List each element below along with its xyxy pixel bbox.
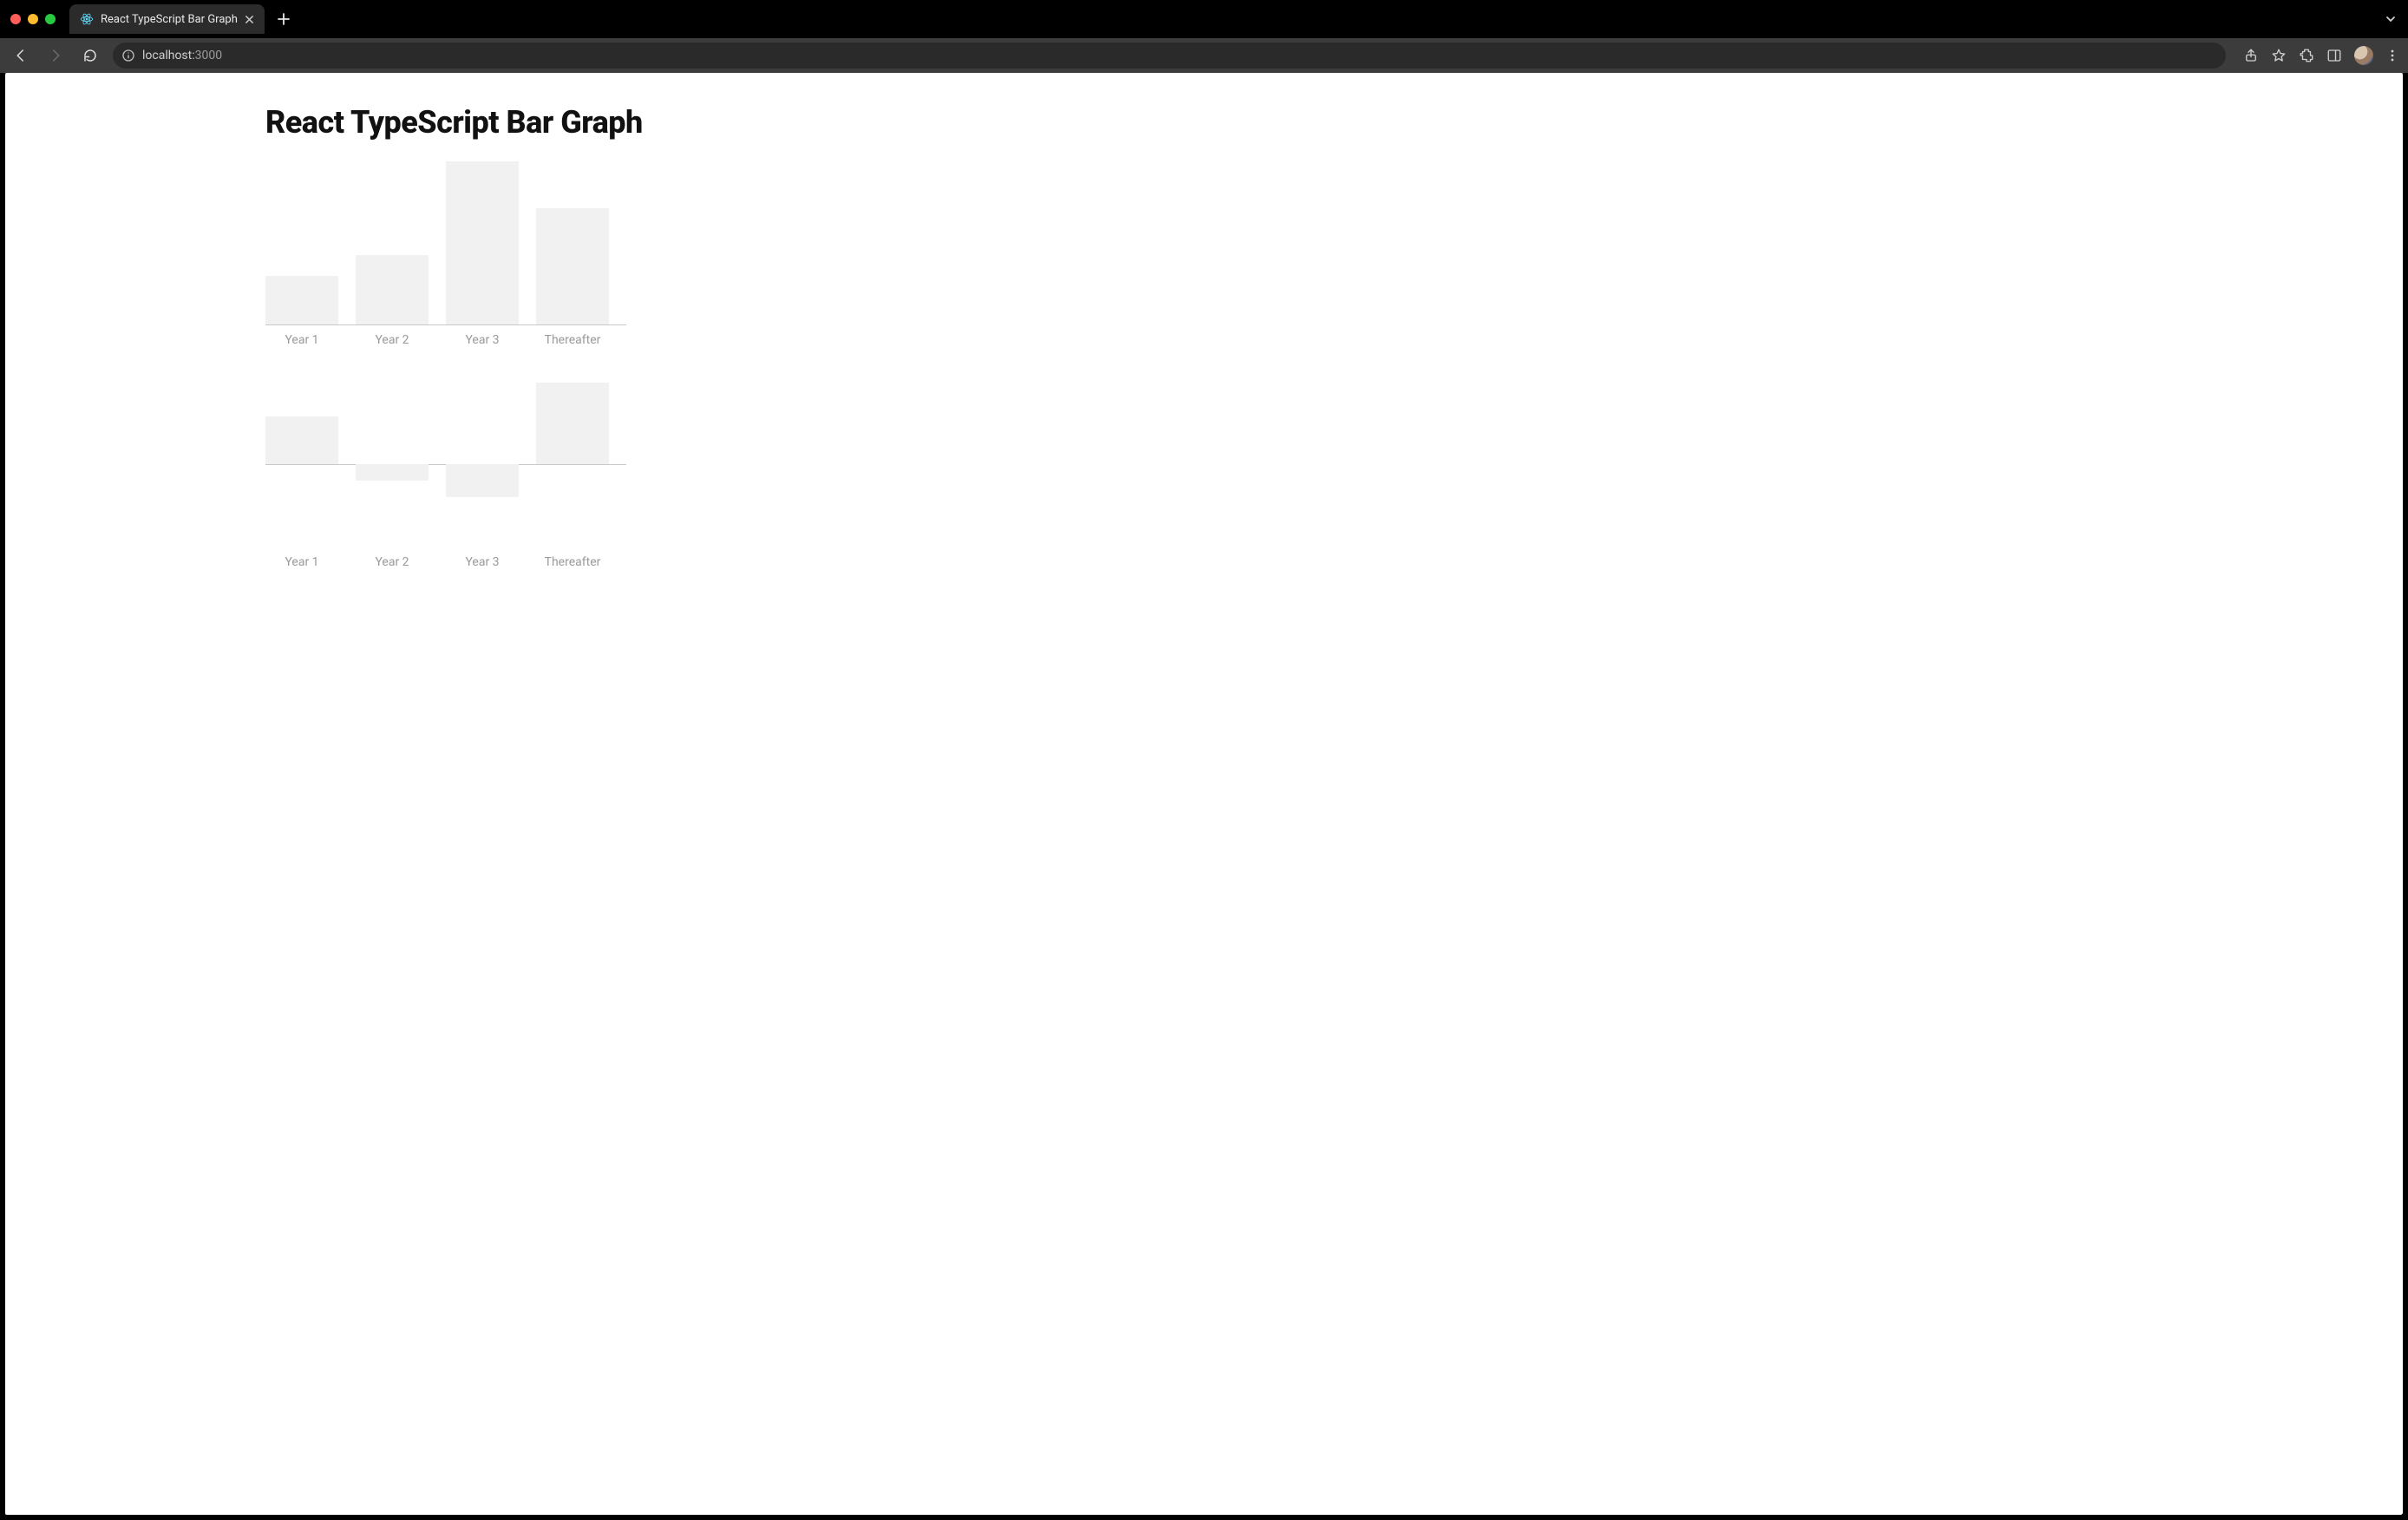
window-controls	[7, 14, 62, 24]
chart-column	[265, 382, 338, 547]
kebab-menu-icon[interactable]	[2385, 49, 2399, 62]
page-root: React TypeScript Bar Graph Year 1Year 2Y…	[5, 73, 2403, 656]
chart-column	[356, 382, 429, 547]
chart-category-label: Year 1	[265, 333, 338, 347]
url-path: 3000	[195, 49, 222, 62]
chart-category-label: Year 3	[446, 555, 519, 569]
tab-title: React TypeScript Bar Graph	[101, 13, 238, 26]
chart-column	[265, 160, 338, 324]
page-viewport: React TypeScript Bar Graph Year 1Year 2Y…	[5, 73, 2403, 1515]
address-bar[interactable]: localhost:3000	[113, 43, 2226, 69]
chart-column	[536, 160, 609, 324]
share-icon[interactable]	[2243, 48, 2259, 63]
window-minimize-button[interactable]	[28, 14, 38, 24]
chart-bar	[265, 416, 338, 464]
chart-category-label: Year 2	[356, 333, 429, 347]
chart-bar	[536, 383, 609, 464]
chart-bar	[536, 208, 609, 324]
url-text: localhost:3000	[142, 49, 222, 62]
chart-column	[536, 382, 609, 547]
react-icon	[80, 12, 94, 26]
back-button[interactable]	[9, 43, 33, 68]
chart-category-label: Thereafter	[536, 555, 609, 569]
toolbar-right	[2236, 46, 2399, 65]
chart-category-label: Year 3	[446, 333, 519, 347]
chart-bar	[265, 276, 338, 324]
new-tab-button[interactable]	[272, 7, 296, 31]
tabs-menu-button[interactable]	[2380, 9, 2401, 29]
window-zoom-button[interactable]	[45, 14, 56, 24]
browser-chrome: React TypeScript Bar Graph l	[0, 0, 2408, 73]
url-host: localhost:	[142, 49, 195, 62]
extensions-icon[interactable]	[2299, 48, 2314, 63]
sidepanel-icon[interactable]	[2326, 48, 2342, 63]
chart-0: Year 1 Year 2 Year 3 Thereafter	[265, 160, 626, 347]
tab-strip: React TypeScript Bar Graph	[0, 0, 2408, 38]
forward-button[interactable]	[43, 43, 68, 68]
window-close-button[interactable]	[10, 14, 21, 24]
chart-bar	[446, 464, 519, 497]
chart-category-label: Year 2	[356, 555, 429, 569]
reload-button[interactable]	[78, 43, 102, 68]
chart-bar	[446, 161, 519, 324]
resize-handle-icon[interactable]	[2396, 1508, 2408, 1520]
chart-1-plot	[265, 382, 626, 547]
chart-bar	[356, 464, 429, 481]
profile-avatar[interactable]	[2354, 46, 2373, 65]
chart-0-labels: Year 1 Year 2 Year 3 Thereafter	[265, 333, 626, 347]
bookmark-star-icon[interactable]	[2271, 48, 2287, 63]
browser-tab[interactable]: React TypeScript Bar Graph	[69, 4, 265, 34]
site-info-icon[interactable]	[121, 49, 135, 62]
chart-category-label: Thereafter	[536, 333, 609, 347]
chart-column	[446, 160, 519, 324]
chart-1: Year 1 Year 2 Year 3 Thereafter	[265, 382, 626, 569]
page-title: React TypeScript Bar Graph	[265, 104, 2403, 141]
tab-close-button[interactable]	[245, 15, 254, 24]
chart-column	[446, 382, 519, 547]
chart-1-labels: Year 1 Year 2 Year 3 Thereafter	[265, 555, 626, 569]
chart-0-plot	[265, 160, 626, 324]
chart-column	[356, 160, 429, 324]
browser-toolbar: localhost:3000	[0, 38, 2408, 73]
chart-bar	[356, 255, 429, 324]
chart-baseline	[265, 324, 626, 325]
chart-category-label: Year 1	[265, 555, 338, 569]
